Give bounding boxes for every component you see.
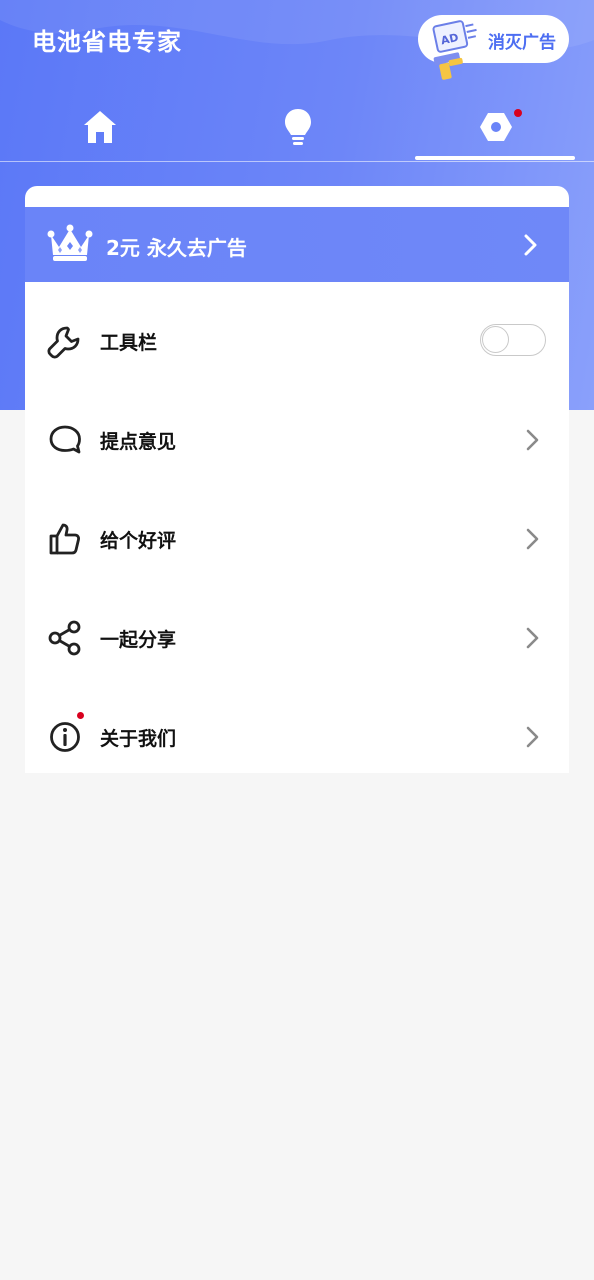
chevron-right-icon	[526, 627, 539, 649]
chevron-right-icon	[526, 726, 539, 748]
chevron-right-icon	[526, 429, 539, 451]
wrench-icon	[47, 326, 80, 359]
tab-tips[interactable]	[198, 100, 396, 160]
ad-broom-icon: AD	[432, 20, 477, 80]
remove-ads-label: 消灭广告	[488, 33, 556, 53]
settings-item-rate[interactable]: 给个好评	[25, 489, 569, 588]
app-title: 电池省电专家	[32, 28, 182, 56]
settings-item-about[interactable]: 关于我们	[25, 687, 569, 773]
tab-home[interactable]	[0, 100, 198, 160]
remove-ads-forever-banner[interactable]: 2元 永久去广告	[25, 207, 569, 282]
tab-indicator	[415, 156, 575, 160]
crown-icon	[47, 224, 93, 261]
settings-icon	[480, 113, 512, 141]
remove-ads-forever-label: 2元 永久去广告	[106, 236, 247, 260]
settings-item-feedback[interactable]: 提点意见	[25, 390, 569, 489]
chevron-right-icon	[526, 528, 539, 550]
remove-ads-button[interactable]: AD 消灭广告	[418, 15, 569, 80]
settings-item-share[interactable]: 一起分享	[25, 588, 569, 687]
speech-bubble-icon	[49, 425, 81, 454]
settings-badge-dot	[514, 109, 522, 117]
share-icon	[48, 620, 81, 656]
settings-item-label: 提点意见	[100, 431, 177, 453]
settings-item-label: 一起分享	[100, 629, 177, 651]
thumbs-up-icon	[49, 523, 80, 555]
home-icon	[84, 111, 116, 143]
tab-settings[interactable]	[396, 100, 594, 160]
chevron-right-icon	[524, 234, 537, 256]
toggle-knob	[482, 326, 509, 353]
settings-card: 2元 永久去广告 工具栏 提点意见 给个好评 一起分享 关于我们	[25, 186, 569, 773]
info-icon	[50, 722, 80, 752]
about-badge-dot	[77, 712, 84, 719]
tab-divider	[0, 161, 594, 162]
toolbar-toggle[interactable]	[480, 324, 546, 356]
settings-item-label: 给个好评	[100, 530, 177, 552]
settings-item-toolbar[interactable]: 工具栏	[25, 291, 569, 390]
settings-item-label: 工具栏	[100, 332, 158, 354]
lightbulb-icon	[285, 109, 311, 145]
settings-item-label: 关于我们	[100, 728, 177, 750]
